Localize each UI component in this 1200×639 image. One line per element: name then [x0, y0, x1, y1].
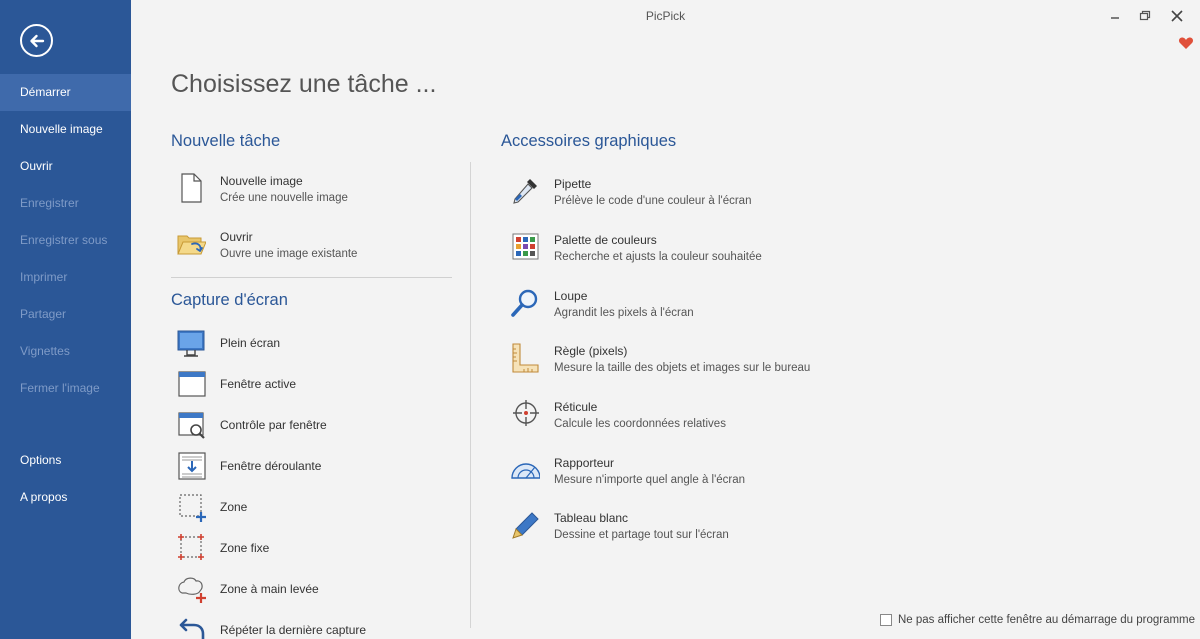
sidebar-item-demarrer[interactable]: Démarrer [0, 74, 131, 111]
tool-color-palette[interactable]: Palette de couleurs Recherche et ajusts … [510, 231, 830, 271]
palette-icon [512, 233, 539, 260]
close-button[interactable] [1166, 6, 1188, 26]
task-label: Nouvelle image [220, 174, 303, 188]
sidebar-item-imprimer: Imprimer [20, 270, 68, 284]
heart-icon[interactable] [1178, 35, 1194, 51]
sidebar-item-a-propos[interactable]: A propos [0, 479, 131, 516]
monitor-icon [177, 330, 205, 357]
tool-desc: Dessine et partage tout sur l'écran [554, 529, 729, 541]
tool-protractor[interactable]: Rapporteur Mesure n'importe quel angle à… [510, 454, 830, 494]
task-label: Contrôle par fenêtre [220, 418, 327, 432]
crosshair-icon [513, 400, 539, 426]
new-task-title: Nouvelle tâche [171, 132, 281, 150]
scroll-window-icon [178, 452, 206, 480]
task-desc: Crée une nouvelle image [220, 192, 348, 204]
capture-full-screen[interactable]: Plein écran [176, 327, 446, 359]
startup-checkbox-row[interactable]: Ne pas afficher cette fenêtre au démarra… [880, 614, 1195, 626]
task-label: Plein écran [220, 336, 281, 350]
task-new-image[interactable]: Nouvelle image Crée une nouvelle image [176, 172, 446, 212]
task-label: Zone [220, 500, 248, 514]
sidebar-item-fermer-image: Fermer l'image [20, 381, 100, 395]
window-title: PicPick [645, 9, 686, 23]
restore-icon [1139, 10, 1151, 21]
tool-whiteboard[interactable]: Tableau blanc Dessine et partage tout su… [510, 509, 830, 549]
task-desc: Ouvre une image existante [220, 248, 358, 260]
tool-desc: Mesure la taille des objets et images su… [554, 362, 811, 374]
restore-button[interactable] [1134, 6, 1156, 26]
minimize-button[interactable] [1104, 6, 1126, 26]
eyedropper-icon [513, 179, 537, 204]
column-divider [470, 162, 471, 628]
capture-title: Capture d'écran [171, 291, 288, 309]
sidebar-item-ouvrir[interactable]: Ouvrir [0, 148, 131, 185]
tool-label: Palette de couleurs [554, 233, 657, 247]
tool-label: Loupe [554, 289, 588, 303]
tool-desc: Mesure n'importe quel angle à l'écran [554, 474, 746, 486]
window-magnify-icon [178, 412, 205, 439]
magnifier-icon [511, 289, 538, 317]
region-icon [179, 494, 206, 522]
tool-eyedropper[interactable]: Pipette Prélève le code d'une couleur à … [510, 175, 830, 215]
tool-magnifier[interactable]: Loupe Agrandit les pixels à l'écran [510, 287, 830, 327]
sidebar-item-nouvelle-image[interactable]: Nouvelle image [0, 111, 131, 148]
accessories-title: Accessoires graphiques [501, 132, 677, 150]
startup-checkbox[interactable] [880, 614, 892, 626]
tool-crosshair[interactable]: Réticule Calcule les coordonnées relativ… [510, 398, 830, 438]
task-label: Répéter la dernière capture [220, 623, 367, 637]
tool-label: Pipette [554, 177, 592, 191]
tool-label: Tableau blanc [554, 511, 629, 525]
capture-repeat-last[interactable]: Répéter la dernière capture [176, 614, 446, 639]
freehand-icon [178, 577, 206, 603]
sidebar-item-enregistrer: Enregistrer [20, 196, 79, 210]
task-label: Fenêtre active [220, 377, 297, 391]
ruler-icon [512, 343, 539, 373]
tool-desc: Calcule les coordonnées relatives [554, 418, 726, 430]
new-file-icon [181, 173, 202, 203]
sidebar-item-partager: Partager [20, 307, 67, 321]
capture-scrolling-window[interactable]: Fenêtre déroulante [176, 450, 446, 482]
minimize-icon [1111, 17, 1119, 19]
tool-label: Règle (pixels) [554, 344, 628, 358]
pen-icon [512, 512, 539, 539]
capture-active-window[interactable]: Fenêtre active [176, 368, 446, 400]
task-label: Zone fixe [220, 541, 270, 555]
capture-window-control[interactable]: Contrôle par fenêtre [176, 409, 446, 441]
tool-desc: Agrandit les pixels à l'écran [554, 307, 694, 319]
section-divider [171, 277, 452, 278]
capture-region[interactable]: Zone [176, 491, 446, 523]
open-folder-icon [177, 235, 206, 255]
sidebar: Démarrer Nouvelle image Ouvrir Enregistr… [0, 0, 131, 639]
tool-label: Rapporteur [554, 456, 615, 470]
page-heading: Choisissez une tâche ... [171, 70, 437, 98]
sidebar-item-vignettes: Vignettes [20, 344, 70, 358]
sidebar-item-options[interactable]: Options [0, 442, 131, 479]
task-label: Ouvrir [220, 230, 253, 244]
task-label: Fenêtre déroulante [220, 459, 322, 473]
repeat-icon [179, 618, 205, 639]
protractor-icon [511, 463, 540, 479]
tool-desc: Recherche et ajusts la couleur souhaitée [554, 251, 762, 263]
window-icon [178, 371, 206, 397]
tool-ruler[interactable]: Règle (pixels) Mesure la taille des obje… [510, 342, 830, 382]
arrow-left-icon [29, 34, 44, 47]
fixed-region-icon [178, 534, 204, 560]
task-open[interactable]: Ouvrir Ouvre une image existante [176, 228, 446, 268]
tool-label: Réticule [554, 400, 598, 414]
tool-desc: Prélève le code d'une couleur à l'écran [554, 195, 752, 207]
task-label: Zone à main levée [220, 582, 319, 596]
capture-fixed-region[interactable]: Zone fixe [176, 532, 446, 564]
close-icon [1171, 10, 1183, 22]
capture-freehand[interactable]: Zone à main levée [176, 573, 446, 605]
startup-checkbox-label: Ne pas afficher cette fenêtre au démarra… [898, 614, 1196, 626]
back-button[interactable] [20, 24, 53, 57]
sidebar-item-enregistrer-sous: Enregistrer sous [20, 233, 108, 247]
